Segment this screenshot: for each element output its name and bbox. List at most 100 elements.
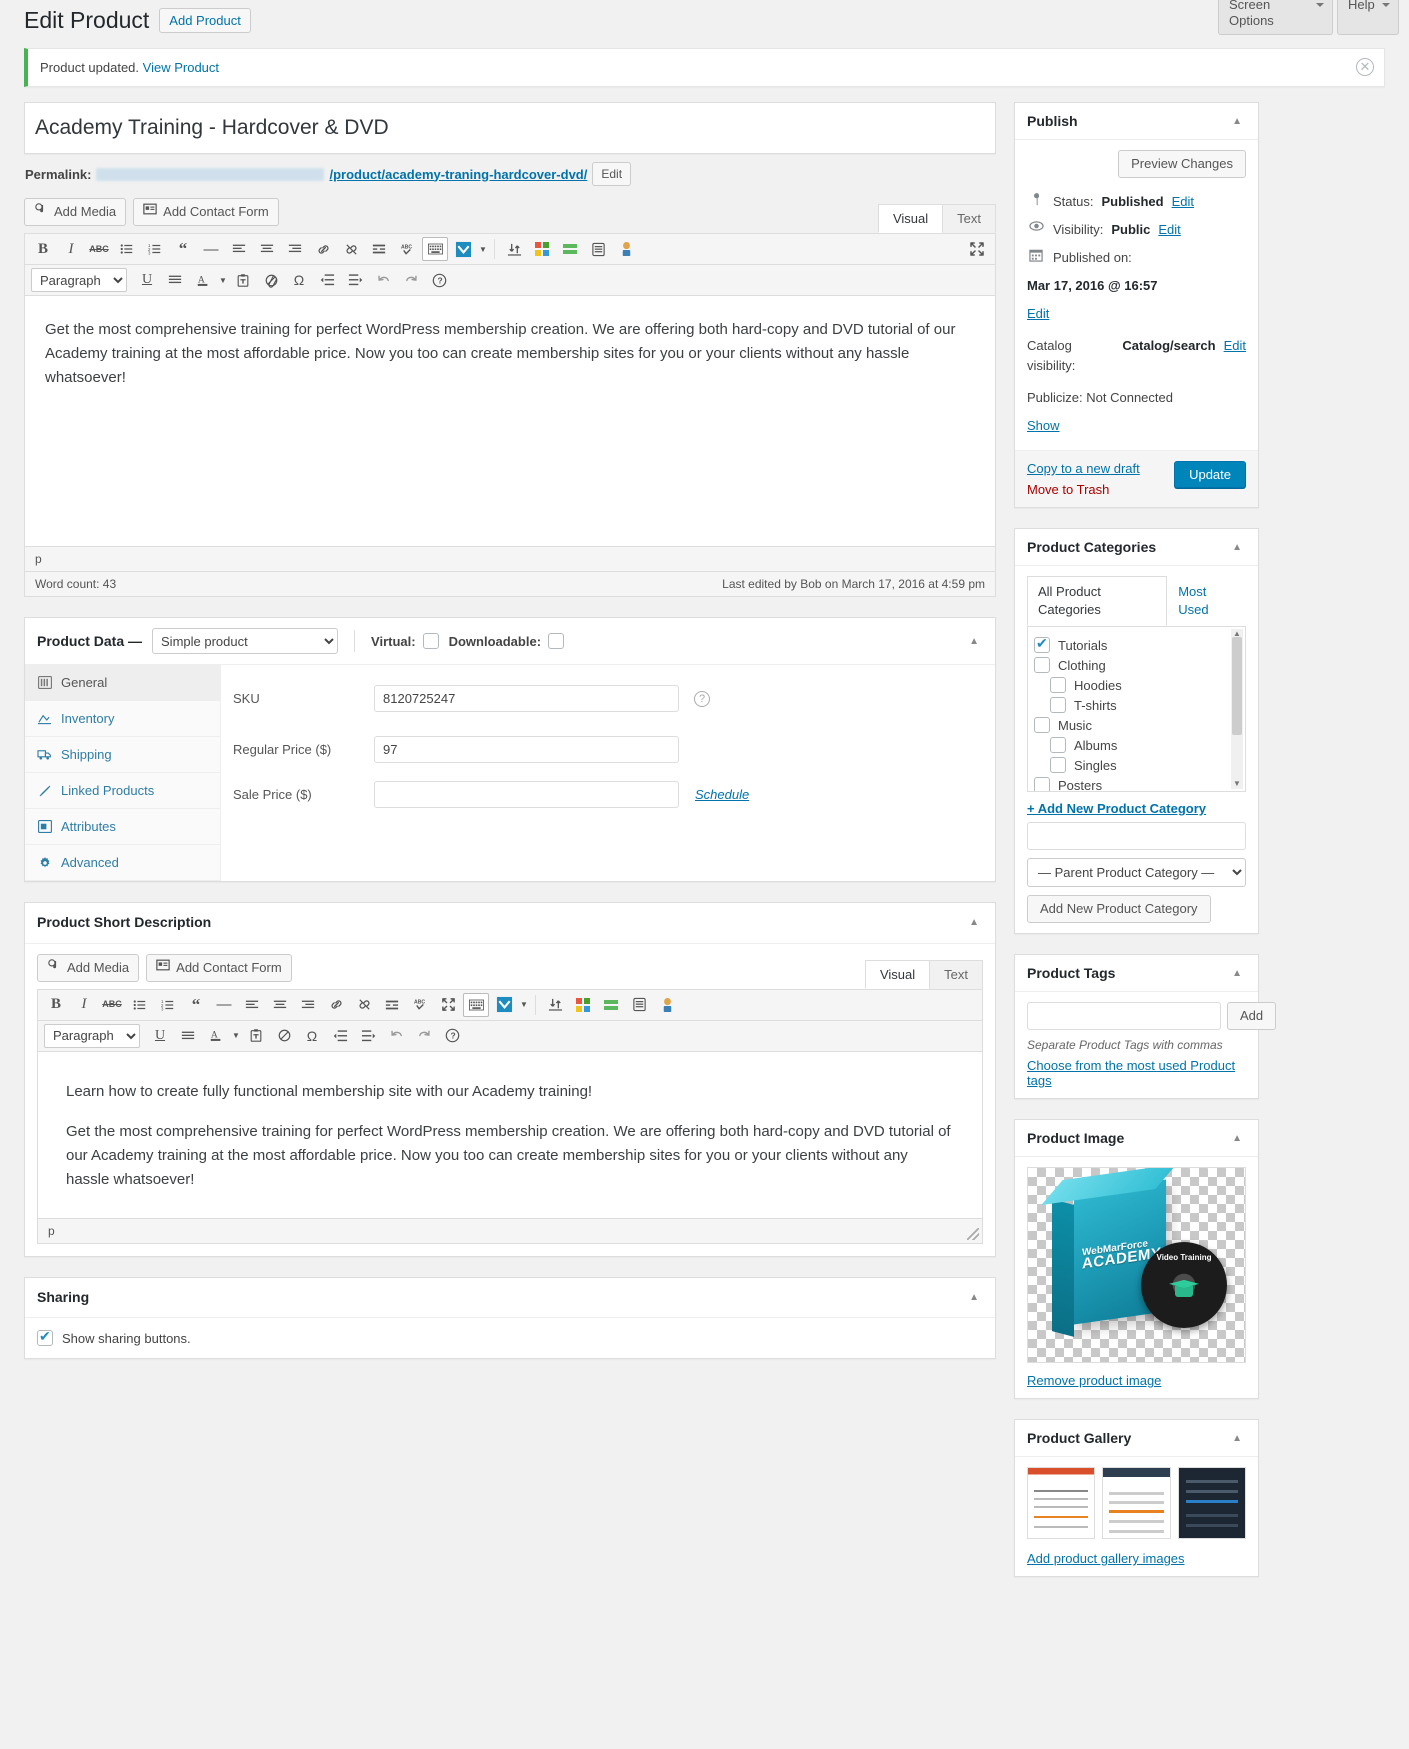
undo-icon[interactable] bbox=[383, 1024, 409, 1048]
chevron-up-icon[interactable]: ▲ bbox=[965, 1290, 983, 1305]
underline-icon[interactable]: U bbox=[147, 1024, 173, 1048]
category-item-singles[interactable]: Singles bbox=[1034, 755, 1239, 775]
clear-formatting-icon[interactable] bbox=[258, 268, 284, 292]
choose-most-used-tags-link[interactable]: Choose from the most used Product tags bbox=[1027, 1058, 1235, 1088]
add-media-button[interactable]: Add Media bbox=[37, 953, 140, 982]
category-item-posters[interactable]: Posters bbox=[1034, 775, 1239, 791]
chevron-up-icon[interactable]: ▲ bbox=[1228, 1131, 1246, 1146]
gallery-thumb-1[interactable] bbox=[1027, 1467, 1096, 1539]
virtual-checkbox[interactable] bbox=[422, 633, 439, 649]
indent-icon[interactable] bbox=[355, 1024, 381, 1048]
category-item-hoodies[interactable]: Hoodies bbox=[1034, 675, 1239, 695]
jetpack-icon[interactable] bbox=[450, 237, 476, 261]
fullscreen-icon[interactable] bbox=[435, 993, 461, 1017]
add-media-button[interactable]: Add Media bbox=[24, 198, 127, 226]
paste-as-text-icon[interactable] bbox=[230, 268, 256, 292]
align-left-icon[interactable] bbox=[226, 237, 252, 261]
category-checkbox[interactable] bbox=[1050, 757, 1066, 773]
chevron-up-icon[interactable]: ▲ bbox=[1228, 1431, 1246, 1446]
bulleted-list-icon[interactable] bbox=[114, 237, 140, 261]
published-edit-link[interactable]: Edit bbox=[1027, 304, 1246, 324]
spellcheck-icon[interactable]: ABC bbox=[407, 993, 433, 1017]
indent-icon[interactable] bbox=[342, 268, 368, 292]
category-checkbox[interactable] bbox=[1050, 697, 1066, 713]
jetpack-icon[interactable] bbox=[491, 993, 517, 1017]
category-item-tutorials[interactable]: Tutorials bbox=[1034, 635, 1239, 655]
virtual-checkbox-label[interactable]: Virtual: bbox=[371, 633, 439, 649]
special-character-icon[interactable]: Ω bbox=[299, 1024, 325, 1048]
underline-icon[interactable]: U bbox=[134, 268, 160, 292]
chevron-up-icon[interactable]: ▲ bbox=[965, 915, 983, 930]
horizontal-rule-icon[interactable]: — bbox=[198, 237, 224, 261]
chevron-up-icon[interactable]: ▲ bbox=[1228, 114, 1246, 129]
gallery-thumb-3[interactable] bbox=[1177, 1467, 1246, 1539]
downloadable-checkbox[interactable] bbox=[548, 633, 565, 649]
unlink-icon[interactable] bbox=[351, 993, 377, 1017]
undo-icon[interactable] bbox=[370, 268, 396, 292]
text-color-chevron-icon[interactable]: ▼ bbox=[230, 1031, 242, 1040]
parent-category-select[interactable]: — Parent Product Category — bbox=[1027, 858, 1246, 887]
outdent-icon[interactable] bbox=[327, 1024, 353, 1048]
tab-advanced[interactable]: Advanced bbox=[25, 845, 220, 881]
category-checkbox[interactable] bbox=[1050, 677, 1066, 693]
align-right-icon[interactable] bbox=[295, 993, 321, 1017]
category-checkbox[interactable] bbox=[1034, 657, 1050, 673]
short-desc-content-area[interactable]: Learn how to create fully functional mem… bbox=[38, 1051, 982, 1218]
rows-layout-icon[interactable] bbox=[598, 993, 624, 1017]
edit-permalink-button[interactable]: Edit bbox=[592, 162, 632, 186]
regular-price-input[interactable] bbox=[374, 736, 679, 763]
permalink-url[interactable]: /product/academy-traning-hardcover-dvd/ bbox=[329, 167, 587, 182]
update-button[interactable]: Update bbox=[1174, 461, 1246, 488]
align-left-icon[interactable] bbox=[239, 993, 265, 1017]
blockquote-icon[interactable]: “ bbox=[170, 237, 196, 261]
category-item-clothing[interactable]: Clothing bbox=[1034, 655, 1239, 675]
content-block-icon[interactable] bbox=[585, 237, 611, 261]
optin-icon[interactable] bbox=[613, 237, 639, 261]
tab-shipping[interactable]: Shipping bbox=[25, 737, 220, 773]
category-item-albums[interactable]: Albums bbox=[1034, 735, 1239, 755]
add-new-product-category-link[interactable]: + Add New Product Category bbox=[1027, 792, 1246, 822]
blockquote-icon[interactable]: “ bbox=[183, 993, 209, 1017]
insert-link-icon[interactable] bbox=[323, 993, 349, 1017]
downloadable-checkbox-label[interactable]: Downloadable: bbox=[449, 633, 565, 649]
redo-icon[interactable] bbox=[411, 1024, 437, 1048]
clear-formatting-icon[interactable] bbox=[271, 1024, 297, 1048]
grid-layout-icon[interactable] bbox=[570, 993, 596, 1017]
category-item-music[interactable]: Music bbox=[1034, 715, 1239, 735]
redo-icon[interactable] bbox=[398, 268, 424, 292]
screen-options-button[interactable]: Screen Options bbox=[1218, 0, 1333, 35]
outdent-icon[interactable] bbox=[314, 268, 340, 292]
justify-icon[interactable] bbox=[162, 268, 188, 292]
fullscreen-icon[interactable] bbox=[964, 237, 990, 261]
catalog-edit-link[interactable]: Edit bbox=[1224, 336, 1246, 356]
keyboard-shortcuts-icon[interactable]: ? bbox=[439, 1024, 465, 1048]
tab-text[interactable]: Text bbox=[929, 959, 983, 989]
read-more-icon[interactable] bbox=[366, 237, 392, 261]
category-item-t-shirts[interactable]: T-shirts bbox=[1034, 695, 1239, 715]
chevron-up-icon[interactable]: ▲ bbox=[965, 634, 983, 649]
tab-attributes[interactable]: Attributes bbox=[25, 809, 220, 845]
help-button[interactable]: Help bbox=[1337, 0, 1399, 35]
show-sharing-buttons-checkbox[interactable] bbox=[37, 1328, 53, 1347]
format-select[interactable]: Paragraph bbox=[44, 1023, 140, 1048]
text-color-chevron-icon[interactable]: ▼ bbox=[217, 276, 229, 285]
insert-link-icon[interactable] bbox=[310, 237, 336, 261]
tab-visual[interactable]: Visual bbox=[877, 204, 944, 233]
align-center-icon[interactable] bbox=[254, 237, 280, 261]
strikethrough-icon[interactable]: ABC bbox=[86, 237, 112, 261]
tab-inventory[interactable]: Inventory bbox=[25, 701, 220, 737]
bulleted-list-icon[interactable] bbox=[127, 993, 153, 1017]
unlink-icon[interactable] bbox=[338, 237, 364, 261]
page-break-icon[interactable] bbox=[501, 237, 527, 261]
category-scrollbar[interactable]: ▲ ▼ bbox=[1231, 629, 1243, 789]
category-checkbox[interactable] bbox=[1034, 777, 1050, 791]
bold-icon[interactable]: B bbox=[43, 993, 69, 1017]
chevron-down-icon[interactable]: ▼ bbox=[518, 1000, 530, 1009]
remove-product-image-link[interactable]: Remove product image bbox=[1027, 1363, 1246, 1388]
add-contact-form-button[interactable]: Add Contact Form bbox=[146, 953, 292, 982]
category-checkbox[interactable] bbox=[1050, 737, 1066, 753]
spellcheck-icon[interactable]: ABC bbox=[394, 237, 420, 261]
italic-icon[interactable]: I bbox=[58, 237, 84, 261]
bold-icon[interactable]: B bbox=[30, 237, 56, 261]
preview-changes-button[interactable]: Preview Changes bbox=[1118, 150, 1246, 178]
